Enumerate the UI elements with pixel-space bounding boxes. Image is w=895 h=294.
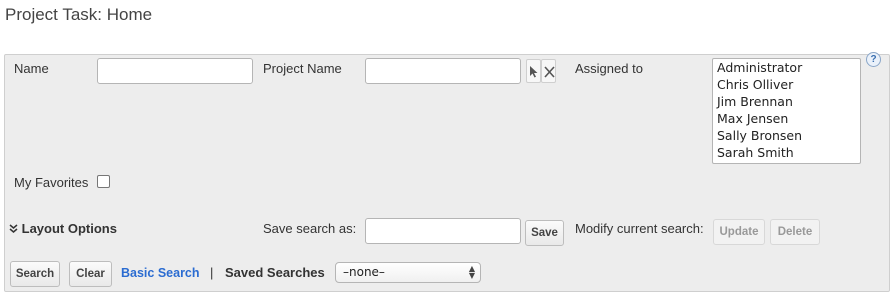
layout-options-toggle[interactable]: Layout Options xyxy=(9,221,117,236)
list-item[interactable]: Chris Olliver xyxy=(713,76,860,93)
list-item[interactable]: Jim Brennan xyxy=(713,93,860,110)
save-button[interactable]: Save xyxy=(525,220,564,246)
name-label: Name xyxy=(14,61,49,76)
my-favorites-label: My Favorites xyxy=(14,175,89,190)
saved-searches-select[interactable]: –none– ▲ ▼ xyxy=(335,262,481,283)
list-item[interactable]: Administrator xyxy=(713,59,860,76)
assigned-to-label: Assigned to xyxy=(575,61,643,76)
save-search-label: Save search as: xyxy=(263,221,357,236)
layout-options-label: Layout Options xyxy=(21,221,117,236)
separator: | xyxy=(210,265,214,280)
delete-button[interactable]: Delete xyxy=(770,219,820,245)
clear-project-button[interactable] xyxy=(541,59,556,83)
list-item[interactable]: Sally Bronsen xyxy=(713,127,860,144)
my-favorites-checkbox[interactable] xyxy=(97,175,110,188)
clear-button[interactable]: Clear xyxy=(69,261,112,287)
saved-searches-label: Saved Searches xyxy=(225,265,325,280)
question-icon[interactable]: ? xyxy=(866,52,881,67)
list-item[interactable]: Sarah Smith xyxy=(713,144,860,161)
basic-search-link[interactable]: Basic Search xyxy=(121,266,200,280)
assigned-to-listbox[interactable]: Administrator Chris Olliver Jim Brennan … xyxy=(712,58,861,164)
saved-searches-value: –none– xyxy=(343,265,385,279)
select-project-button[interactable] xyxy=(526,59,541,83)
update-button[interactable]: Update xyxy=(713,219,765,245)
page-title: Project Task: Home xyxy=(5,5,153,24)
name-input[interactable] xyxy=(97,58,253,84)
project-name-label: Project Name xyxy=(263,61,342,76)
arrow-cursor-icon xyxy=(530,66,538,78)
list-item[interactable]: Max Jensen xyxy=(713,110,860,127)
close-icon xyxy=(544,66,555,78)
modify-search-label: Modify current search: xyxy=(575,221,704,236)
project-name-input[interactable] xyxy=(365,58,521,84)
save-search-input[interactable] xyxy=(365,218,521,244)
search-button[interactable]: Search xyxy=(10,261,60,287)
double-chevron-down-icon xyxy=(9,224,18,233)
select-arrows-icon: ▲ ▼ xyxy=(468,264,475,280)
